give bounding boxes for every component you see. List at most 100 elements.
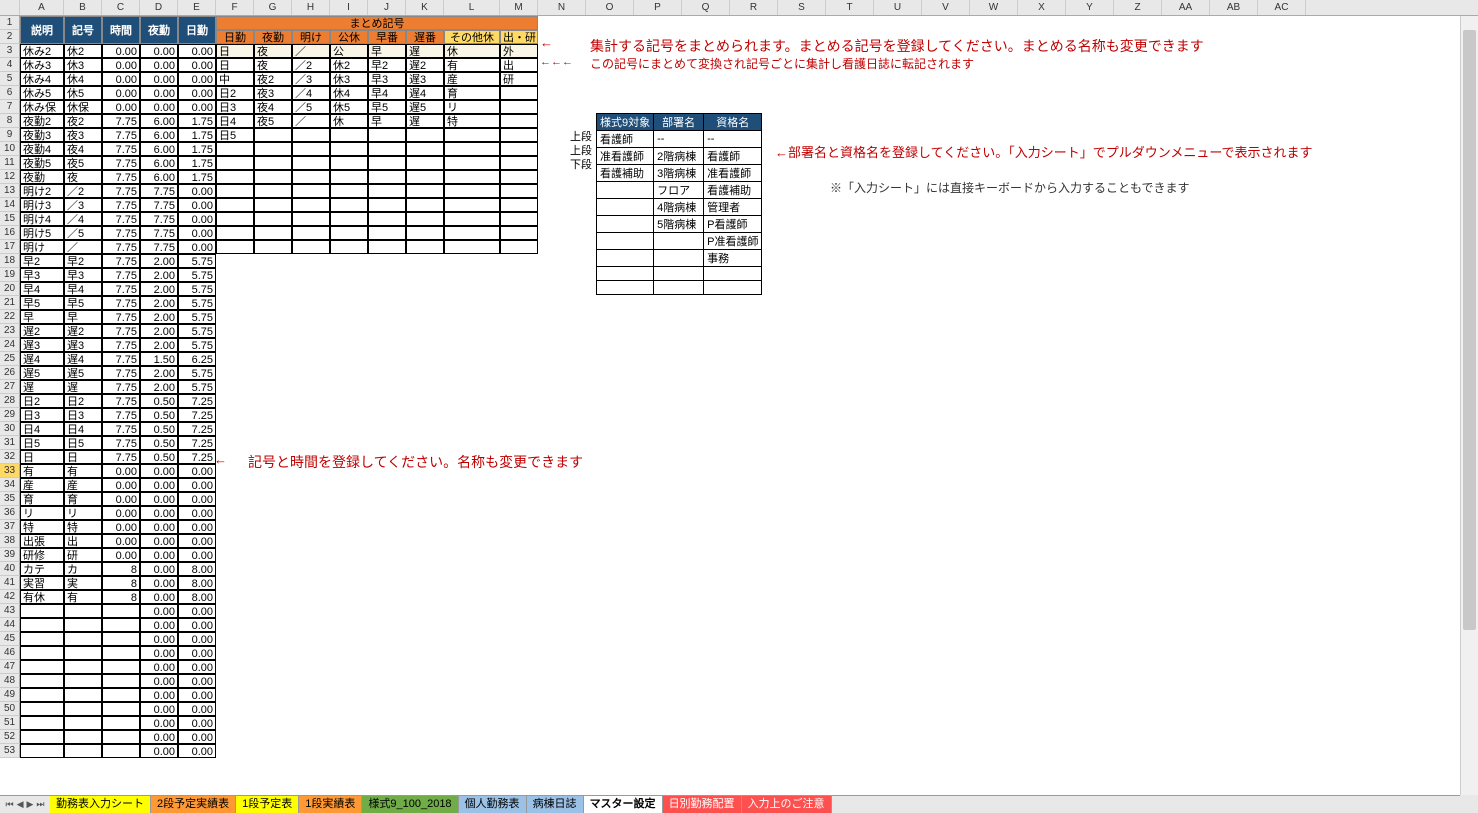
cell-desc[interactable]: 夜勤5 (20, 156, 64, 170)
cell-time[interactable]: 7.75 (102, 450, 140, 464)
row-header[interactable]: 48 (0, 674, 20, 688)
cell-k[interactable] (406, 240, 444, 254)
row-header[interactable]: 7 (0, 100, 20, 114)
cell-j[interactable] (368, 142, 406, 156)
cell-day[interactable]: 1.75 (178, 114, 216, 128)
cell-code[interactable]: 早3 (64, 268, 102, 282)
cell-desc[interactable]: 明け3 (20, 198, 64, 212)
cell-desc[interactable]: 夜勤2 (20, 114, 64, 128)
cell-time[interactable] (102, 744, 140, 758)
cell-night[interactable]: 2.00 (140, 282, 178, 296)
cell-code[interactable]: 日 (64, 450, 102, 464)
cell-g[interactable]: 夜4 (254, 100, 292, 114)
cell-time[interactable]: 0.00 (102, 100, 140, 114)
row-header[interactable]: 37 (0, 520, 20, 534)
cell-night[interactable]: 0.00 (140, 44, 178, 58)
cell-day[interactable]: 0.00 (178, 730, 216, 744)
ref-cell[interactable]: フロア (654, 182, 704, 199)
cell-time[interactable]: 0.00 (102, 58, 140, 72)
col-header-V[interactable]: V (922, 0, 970, 15)
cell-time[interactable]: 7.75 (102, 296, 140, 310)
cell-night[interactable]: 0.00 (140, 604, 178, 618)
cell-night[interactable]: 0.00 (140, 548, 178, 562)
row-header[interactable]: 44 (0, 618, 20, 632)
cell-night[interactable]: 2.00 (140, 338, 178, 352)
cell-code[interactable]: 夜4 (64, 142, 102, 156)
ref-cell[interactable]: 看護師 (704, 148, 762, 165)
cell-code[interactable]: 早2 (64, 254, 102, 268)
cell-f[interactable] (216, 156, 254, 170)
ref-cell[interactable]: 管理者 (704, 199, 762, 216)
cell-h[interactable]: ／2 (292, 58, 330, 72)
cell-night[interactable]: 0.00 (140, 660, 178, 674)
row-header[interactable]: 21 (0, 296, 20, 310)
cell-day[interactable]: 0.00 (178, 184, 216, 198)
cell-code[interactable]: 日4 (64, 422, 102, 436)
cell-desc[interactable]: 特 (20, 520, 64, 534)
cell-time[interactable]: 7.75 (102, 352, 140, 366)
cell-h[interactable]: ／ (292, 114, 330, 128)
cell-night[interactable]: 0.50 (140, 422, 178, 436)
cell-time[interactable] (102, 660, 140, 674)
cell-h[interactable]: ／5 (292, 100, 330, 114)
cell-night[interactable]: 0.50 (140, 408, 178, 422)
cell-code[interactable]: ／2 (64, 184, 102, 198)
ref-cell[interactable]: 准看護師 (597, 148, 654, 165)
row-header[interactable]: 19 (0, 268, 20, 282)
cell-night[interactable]: 7.75 (140, 212, 178, 226)
cell-night[interactable]: 2.00 (140, 254, 178, 268)
cell-time[interactable]: 7.75 (102, 184, 140, 198)
cell-time[interactable]: 7.75 (102, 310, 140, 324)
cell-night[interactable]: 0.00 (140, 492, 178, 506)
cell-desc[interactable] (20, 730, 64, 744)
cell-night[interactable]: 2.00 (140, 380, 178, 394)
cell-f[interactable]: 日4 (216, 114, 254, 128)
cell-m[interactable] (500, 212, 538, 226)
row-header[interactable]: 47 (0, 660, 20, 674)
cell-code[interactable]: ／3 (64, 198, 102, 212)
cell-h[interactable] (292, 240, 330, 254)
cell-h[interactable]: ／4 (292, 86, 330, 100)
cell-j[interactable] (368, 170, 406, 184)
cell-time[interactable] (102, 618, 140, 632)
cell-night[interactable]: 0.50 (140, 436, 178, 450)
cell-m[interactable] (500, 156, 538, 170)
col-header-F[interactable]: F (216, 0, 254, 15)
cell-day[interactable]: 5.75 (178, 282, 216, 296)
cell-night[interactable]: 0.00 (140, 688, 178, 702)
sheet-tab[interactable]: マスター設定 (584, 796, 663, 813)
cell-time[interactable]: 7.75 (102, 338, 140, 352)
cell-time[interactable] (102, 646, 140, 660)
cell-code[interactable]: 有 (64, 590, 102, 604)
ref-cell[interactable]: 准看護師 (704, 165, 762, 182)
ref-cell[interactable]: 2階病棟 (654, 148, 704, 165)
ref-cell[interactable]: P看護師 (704, 216, 762, 233)
cell-desc[interactable]: 夜勤4 (20, 142, 64, 156)
cell-day[interactable]: 8.00 (178, 562, 216, 576)
cell-time[interactable]: 7.75 (102, 394, 140, 408)
ref-cell[interactable] (597, 281, 654, 295)
row-header[interactable]: 13 (0, 184, 20, 198)
cell-l[interactable] (444, 170, 500, 184)
cell-code[interactable]: カ (64, 562, 102, 576)
cell-day[interactable]: 0.00 (178, 604, 216, 618)
cell-code[interactable]: 遅4 (64, 352, 102, 366)
cell-desc[interactable]: 明け2 (20, 184, 64, 198)
cell-m[interactable] (500, 128, 538, 142)
cell-day[interactable]: 7.25 (178, 408, 216, 422)
cell-desc[interactable] (20, 744, 64, 758)
ref-cell[interactable] (597, 250, 654, 267)
cell-i[interactable]: 休3 (330, 72, 368, 86)
cell-desc[interactable]: 日 (20, 450, 64, 464)
ref-cell[interactable] (654, 250, 704, 267)
cell-code[interactable]: ／ (64, 240, 102, 254)
cell-i[interactable]: 休 (330, 114, 368, 128)
row-header[interactable]: 43 (0, 604, 20, 618)
cell-desc[interactable] (20, 674, 64, 688)
row-header[interactable]: 32 (0, 450, 20, 464)
cell-j[interactable]: 早5 (368, 100, 406, 114)
cell-time[interactable] (102, 730, 140, 744)
cell-g[interactable]: 夜5 (254, 114, 292, 128)
cell-i[interactable] (330, 142, 368, 156)
cell-code[interactable] (64, 632, 102, 646)
